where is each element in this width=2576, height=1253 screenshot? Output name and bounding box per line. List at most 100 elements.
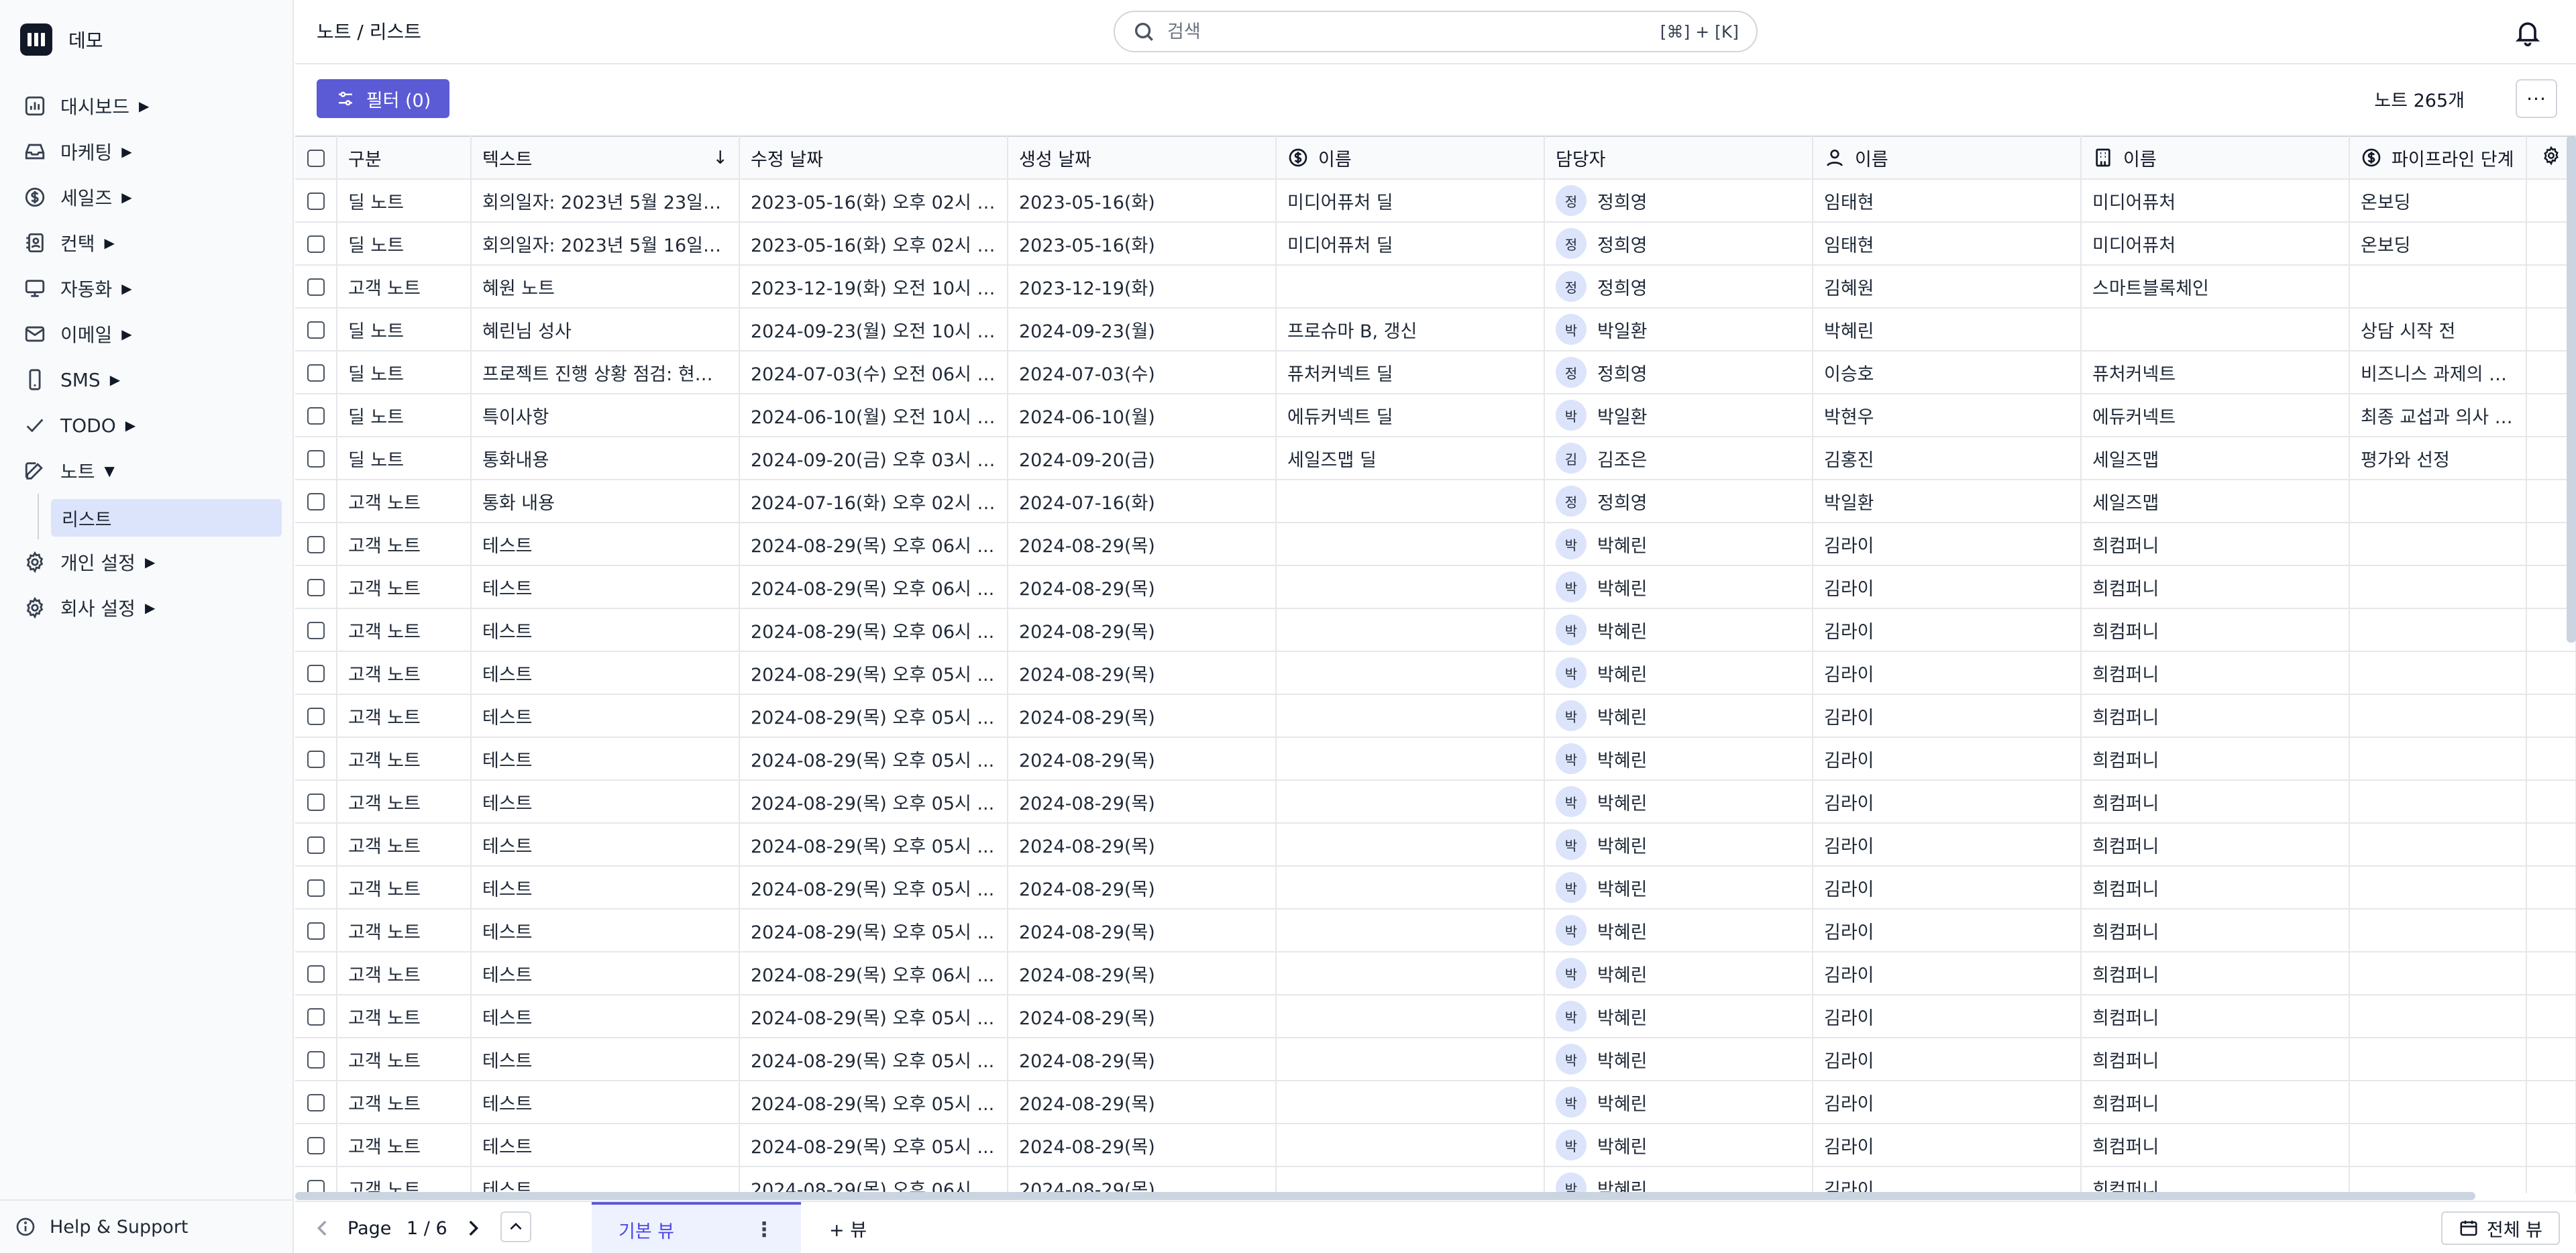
owner-cell[interactable]: 박 박혜린 <box>1544 523 1813 566</box>
owner-cell[interactable]: 박 박혜린 <box>1544 866 1813 910</box>
owner-cell[interactable]: 정 정희영 <box>1544 222 1813 266</box>
sidebar-item-3[interactable]: 컨택 ▶ <box>0 220 294 266</box>
company-name-cell[interactable]: 희컴퍼니 <box>2081 737 2350 781</box>
category-cell[interactable]: 고객 노트 <box>337 909 472 952</box>
select-all-checkbox[interactable] <box>307 150 325 167</box>
owner-cell[interactable]: 박 박혜린 <box>1544 1081 1813 1124</box>
text-cell[interactable]: 혜린님 성사 <box>471 308 740 351</box>
contact-name-cell[interactable]: 김라이 <box>1813 1124 2082 1167</box>
category-cell[interactable]: 고객 노트 <box>337 694 472 738</box>
owner-cell[interactable]: 박 박혜린 <box>1544 694 1813 738</box>
modified-date-cell[interactable]: 2024-08-29(목) 오후 05시 ... <box>739 1081 1008 1124</box>
modified-date-cell[interactable]: 2024-09-23(월) 오전 10시 4... <box>739 308 1008 351</box>
category-cell[interactable]: 딜 노트 <box>337 437 472 480</box>
deal-name-cell[interactable]: 프로슈마 B, 갱신 <box>1276 308 1545 351</box>
category-cell[interactable]: 고객 노트 <box>337 823 472 867</box>
deal-name-cell[interactable]: 에듀커넥트 딜 <box>1276 394 1545 437</box>
company-name-cell[interactable]: 희컴퍼니 <box>2081 1166 2350 1193</box>
contact-name-cell[interactable]: 박혜린 <box>1813 308 2082 351</box>
owner-cell[interactable]: 김 김조은 <box>1544 437 1813 480</box>
company-name-cell[interactable]: 희컴퍼니 <box>2081 952 2350 995</box>
modified-date-cell[interactable]: 2024-08-29(목) 오후 06시 ... <box>739 952 1008 995</box>
text-cell[interactable]: 테스트 <box>471 694 740 738</box>
company-name-cell[interactable]: 희컴퍼니 <box>2081 608 2350 652</box>
contact-name-cell[interactable]: 이승호 <box>1813 351 2082 394</box>
text-cell[interactable]: 테스트 <box>471 565 740 609</box>
table-row[interactable]: 고객 노트 테스트 2024-08-29(목) 오후 05시 ... 2024-08-… <box>295 909 2576 952</box>
category-cell[interactable]: 딜 노트 <box>337 308 472 351</box>
row-checkbox[interactable] <box>307 622 325 639</box>
table-row[interactable]: 고객 노트 테스트 2024-08-29(목) 오후 05시 ... 2024-08-… <box>295 995 2576 1038</box>
company-name-cell[interactable]: 희컴퍼니 <box>2081 1124 2350 1167</box>
modified-date-cell[interactable]: 2024-08-29(목) 오후 05시 ... <box>739 1124 1008 1167</box>
row-checkbox[interactable] <box>307 493 325 510</box>
modified-date-cell[interactable]: 2024-08-29(목) 오후 05시 ... <box>739 866 1008 910</box>
contact-name-cell[interactable]: 김라이 <box>1813 1081 2082 1124</box>
category-cell[interactable]: 고객 노트 <box>337 1038 472 1081</box>
text-cell[interactable]: 테스트 <box>471 909 740 952</box>
category-cell[interactable]: 고객 노트 <box>337 866 472 910</box>
text-cell[interactable]: 프로젝트 진행 상황 점검: 현재 ... <box>471 351 740 394</box>
table-row[interactable]: 고객 노트 테스트 2024-08-29(목) 오후 06시 ... 2024-08-… <box>295 608 2576 652</box>
company-name-cell[interactable]: 미디어퓨처 <box>2081 179 2350 223</box>
row-checkbox[interactable] <box>307 364 325 382</box>
created-date-cell[interactable]: 2024-09-20(금) <box>1008 437 1277 480</box>
contact-name-cell[interactable]: 김라이 <box>1813 608 2082 652</box>
modified-date-cell[interactable]: 2024-08-29(목) 오후 06시 ... <box>739 565 1008 609</box>
pipeline-stage-cell[interactable]: 온보딩 <box>2349 179 2527 223</box>
text-cell[interactable]: 통화내용 <box>471 437 740 480</box>
modified-date-cell[interactable]: 2024-08-29(목) 오후 05시 ... <box>739 1038 1008 1081</box>
row-checkbox-cell[interactable] <box>295 222 337 266</box>
company-name-cell[interactable]: 세일즈맵 <box>2081 480 2350 523</box>
modified-date-cell[interactable]: 2024-08-29(목) 오후 05시 ... <box>739 737 1008 781</box>
contact-name-cell[interactable]: 김홍진 <box>1813 437 2082 480</box>
row-checkbox[interactable] <box>307 1180 325 1193</box>
category-cell[interactable]: 딜 노트 <box>337 394 472 437</box>
table-row[interactable]: 고객 노트 테스트 2024-08-29(목) 오후 05시 ... 2024-08-… <box>295 1124 2576 1167</box>
deal-name-cell[interactable]: 퓨처커넥트 딜 <box>1276 351 1545 394</box>
deal-name-cell[interactable] <box>1276 952 1545 995</box>
owner-cell[interactable]: 박 박혜린 <box>1544 1124 1813 1167</box>
owner-cell[interactable]: 정 정희영 <box>1544 480 1813 523</box>
sidebar-item-0[interactable]: 대시보드 ▶ <box>0 83 294 129</box>
category-cell[interactable]: 고객 노트 <box>337 265 472 309</box>
table-row[interactable]: 딜 노트 회의일자: 2023년 5월 16일회의... 2023-05-16(화)… <box>295 222 2576 266</box>
filter-button[interactable]: 필터 (0) <box>317 79 449 118</box>
row-checkbox[interactable] <box>307 579 325 596</box>
sidebar-item-5[interactable]: 이메일 ▶ <box>0 311 294 357</box>
pipeline-stage-cell[interactable] <box>2349 565 2527 609</box>
table-row[interactable]: 딜 노트 혜린님 성사 2024-09-23(월) 오전 10시 4... 2024-… <box>295 308 2576 351</box>
row-checkbox[interactable] <box>307 794 325 811</box>
text-cell[interactable]: 테스트 <box>471 952 740 995</box>
row-checkbox-cell[interactable] <box>295 351 337 394</box>
created-date-cell[interactable]: 2024-07-16(화) <box>1008 480 1277 523</box>
sidebar-item-1[interactable]: 마케팅 ▶ <box>0 129 294 174</box>
company-name-cell[interactable]: 희컴퍼니 <box>2081 523 2350 566</box>
sidebar-item-settings-0[interactable]: 개인 설정 ▶ <box>0 539 294 585</box>
contact-name-cell[interactable]: 임태현 <box>1813 179 2082 223</box>
table-row[interactable]: 고객 노트 테스트 2024-08-29(목) 오후 05시 ... 2024-08-… <box>295 737 2576 781</box>
owner-cell[interactable]: 박 박혜린 <box>1544 780 1813 824</box>
deal-name-cell[interactable] <box>1276 1124 1545 1167</box>
pipeline-stage-cell[interactable] <box>2349 523 2527 566</box>
view-tab-menu-button[interactable]: ⋮ <box>754 1218 774 1242</box>
row-checkbox[interactable] <box>307 407 325 425</box>
created-date-cell[interactable]: 2024-08-29(목) <box>1008 909 1277 952</box>
table-row[interactable]: 고객 노트 테스트 2024-08-29(목) 오후 06시 ... 2024-08-… <box>295 523 2576 566</box>
owner-cell[interactable]: 정 정희영 <box>1544 265 1813 309</box>
table-row[interactable]: 고객 노트 테스트 2024-08-29(목) 오후 05시 ... 2024-08-… <box>295 866 2576 910</box>
notifications-button[interactable] <box>2513 17 2542 47</box>
text-cell[interactable]: 테스트 <box>471 823 740 867</box>
text-cell[interactable]: 테스트 <box>471 523 740 566</box>
pipeline-stage-cell[interactable] <box>2349 694 2527 738</box>
row-checkbox-cell[interactable] <box>295 608 337 652</box>
company-name-cell[interactable]: 희컴퍼니 <box>2081 565 2350 609</box>
pipeline-stage-cell[interactable]: 상담 시작 전 <box>2349 308 2527 351</box>
table-row[interactable]: 딜 노트 프로젝트 진행 상황 점검: 현재 ... 2024-07-03(수) 오… <box>295 351 2576 394</box>
deal-name-cell[interactable] <box>1276 608 1545 652</box>
help-support-link[interactable]: Help & Support <box>0 1199 294 1253</box>
created-date-cell[interactable]: 2023-12-19(화) <box>1008 265 1277 309</box>
category-cell[interactable]: 고객 노트 <box>337 1081 472 1124</box>
contact-name-cell[interactable]: 김라이 <box>1813 823 2082 867</box>
owner-cell[interactable]: 박 박혜린 <box>1544 952 1813 995</box>
